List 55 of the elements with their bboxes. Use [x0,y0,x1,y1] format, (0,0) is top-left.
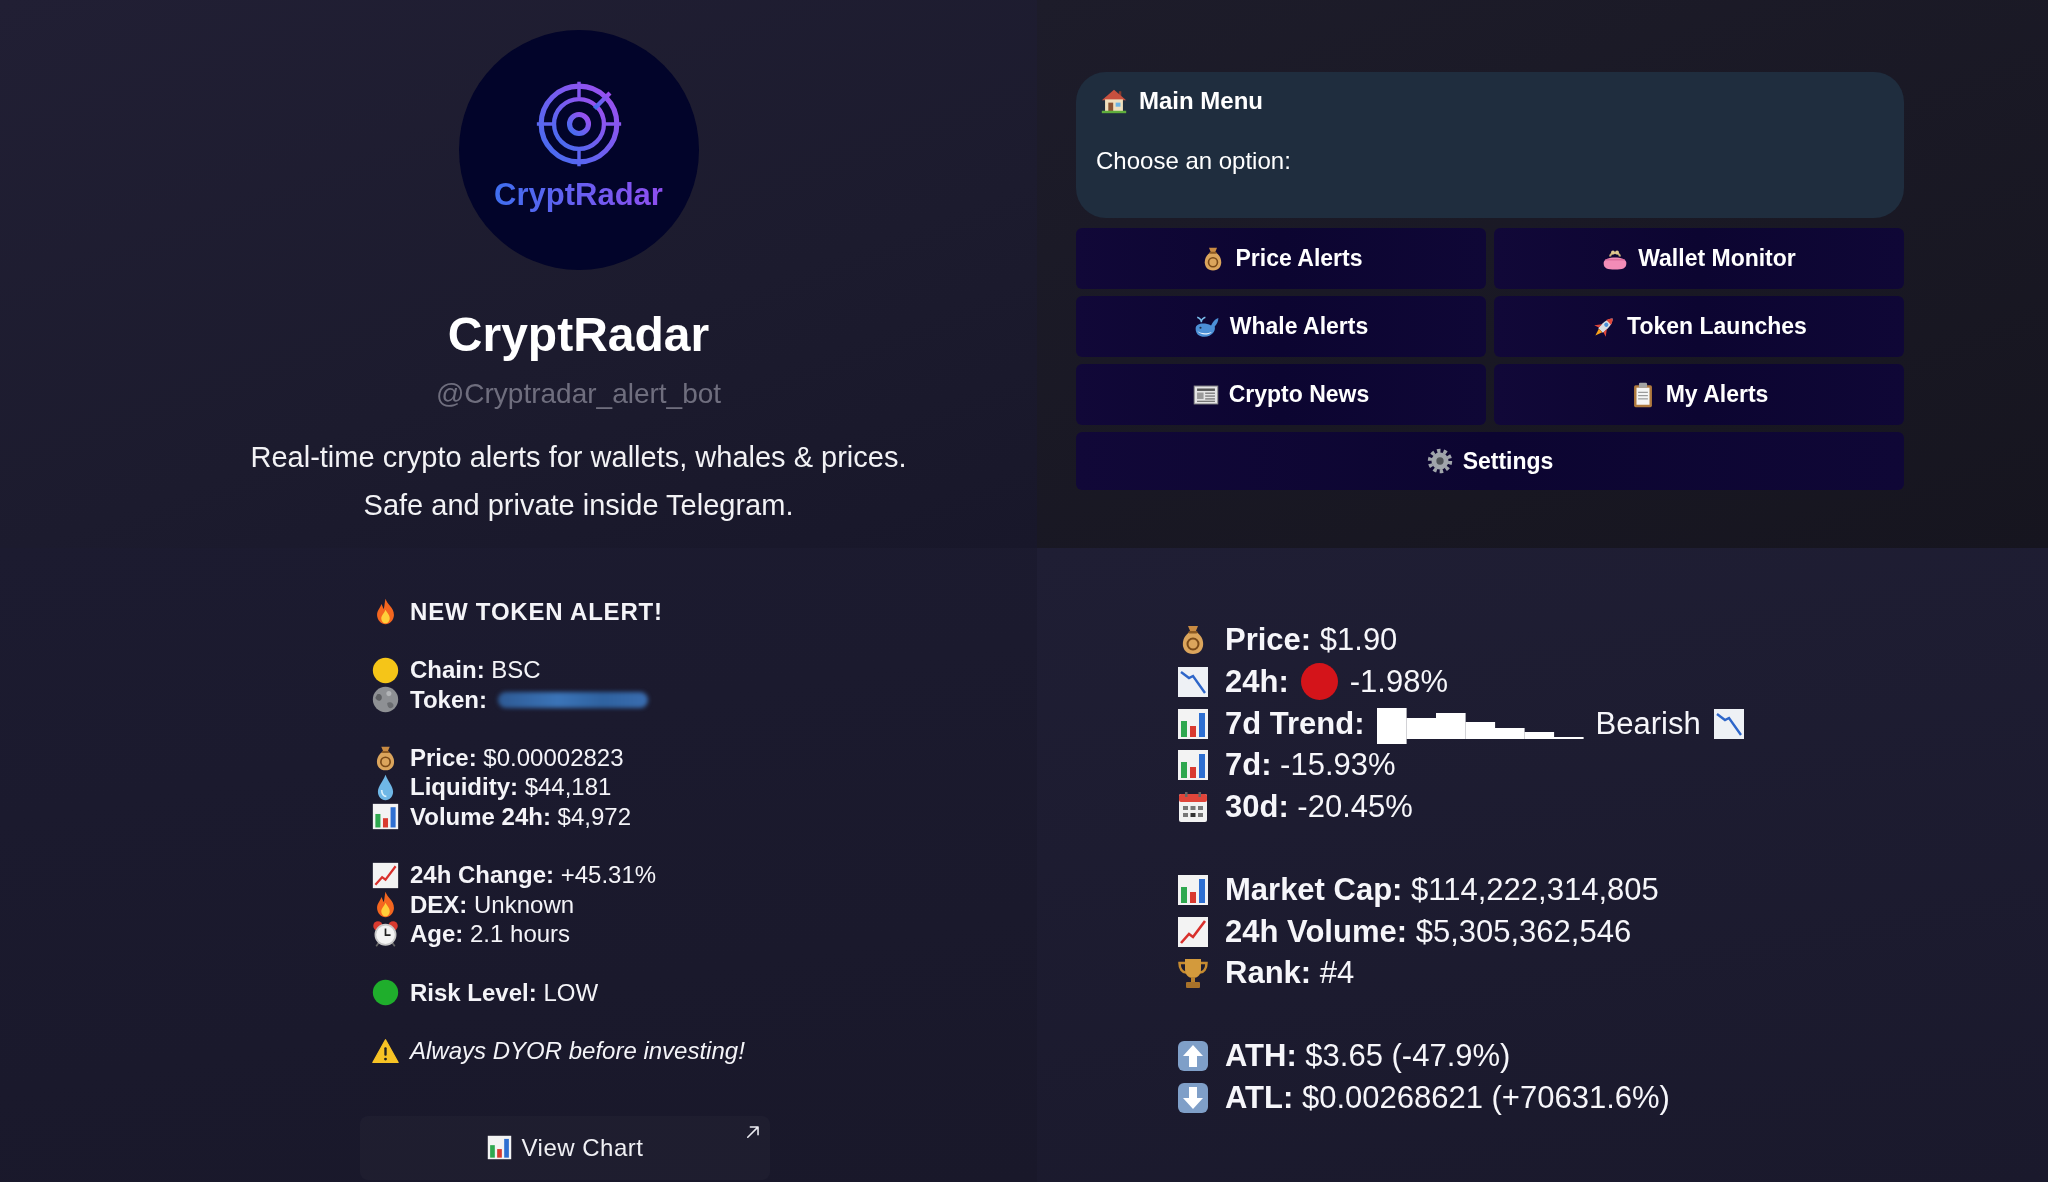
rising-chart-icon [372,861,399,889]
bar-chart-icon [372,803,399,831]
external-link-icon [746,1124,760,1139]
alarm-clock-icon [372,920,399,948]
stat-line: ATL: $0.00268621 (+70631.6%) [1225,1079,1670,1116]
stat-value: Bearish [1595,705,1701,742]
alert-note: Always DYOR before investing! [410,1037,745,1066]
menu-button[interactable]: My Alerts [1494,364,1904,425]
stat-line: 24h Volume: $5,305,362,546 [1225,913,1632,950]
menu-button[interactable]: Settings [1076,432,1904,490]
bar-chart-icon [1177,707,1209,740]
bar-chart-icon [486,1135,512,1161]
alert-field: Risk Level: LOW [410,978,599,1007]
stat-line: 30d: -20.45% [1225,788,1413,825]
house-icon [1101,88,1127,114]
bot-handle: @Cryptradar_alert_bot [435,377,722,411]
bar-chart-icon [1177,749,1209,782]
description-line: Real-time crypto alerts for wallets, whales & prices. [250,440,907,475]
stat-label: 7d Trend: [1225,705,1365,742]
menu-prompt: Choose an option: [1096,146,1292,176]
menu-button[interactable]: Crypto News [1076,364,1486,425]
stat-line: 7d: -15.93% [1225,747,1396,784]
menu-button[interactable]: Whale Alerts [1076,296,1486,357]
stat-line: Price: $1.90 [1225,622,1398,659]
falling-chart-icon [1177,666,1209,698]
description-line: Safe and private inside Telegram. [363,488,794,523]
view-chart-button[interactable]: View Chart [360,1115,770,1180]
warning-icon [372,1037,399,1065]
alert-field: Liquidity: $44,181 [410,773,612,802]
globe-icon [372,686,399,714]
stat-line: Market Cap: $114,222,314,805 [1225,871,1659,908]
settings-icon [1426,448,1453,474]
stat-line: ATH: $3.65 (-47.9%) [1225,1038,1511,1075]
alert-field: 24h Change: +45.31% [410,861,657,890]
alert-heading: NEW TOKEN ALERT! [410,597,663,626]
bar-chart-icon [1177,873,1209,906]
alert-field: Chain: BSC [410,656,541,685]
stat-label: 24h: [1225,664,1289,700]
trophy-icon [1177,957,1209,990]
alert-field: Price: $0.00002823 [410,744,624,773]
menu-button[interactable]: Token Launches [1494,296,1904,357]
stat-value: -1.98% [1349,664,1448,700]
alert-field: DEX: Unknown [410,890,575,919]
rising-chart-icon [1177,915,1209,948]
menu-button[interactable]: Price Alerts [1076,228,1486,289]
alert-label: Token: [410,685,487,714]
radar-logo-icon [535,81,622,167]
menu-button[interactable]: Wallet Monitor [1494,228,1904,289]
menu-title: Main Menu [1139,86,1263,116]
alert-field: Age: 2.1 hours [410,919,571,948]
alert-field: Volume 24h: $4,972 [410,802,631,831]
calendar-icon [1177,790,1209,823]
bot-name: CryptRadar [447,307,710,363]
falling-chart-icon [1712,707,1745,740]
stat-line: Rank: #4 [1225,955,1355,992]
